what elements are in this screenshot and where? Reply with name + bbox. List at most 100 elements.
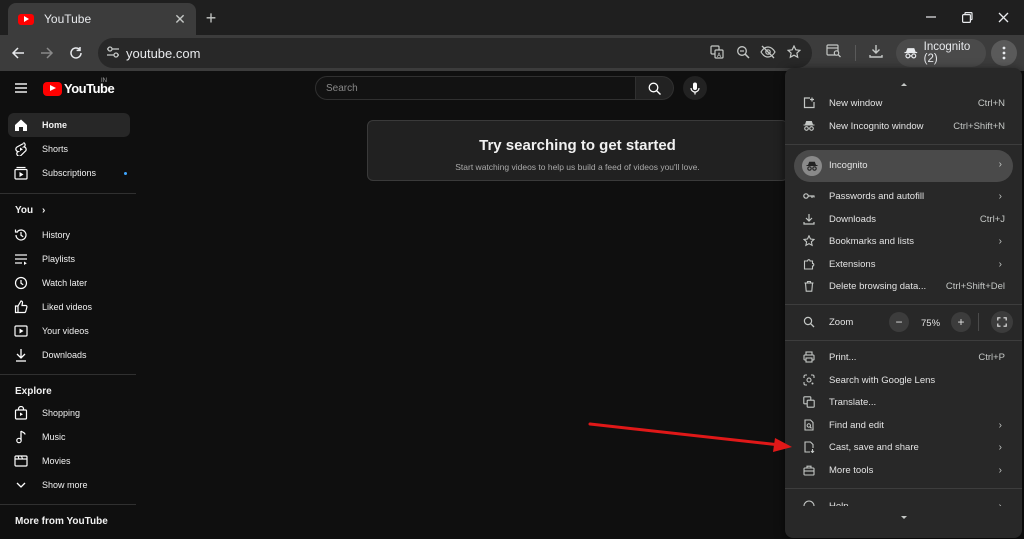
zoom-icon (803, 316, 815, 328)
microphone-icon (690, 82, 700, 94)
close-tab-icon[interactable]: ✕ (170, 9, 190, 29)
menu-item-google-lens[interactable]: Search with Google Lens (785, 369, 1022, 391)
sidebar-item-home[interactable]: Home (8, 113, 130, 137)
downloads-toolbar-icon[interactable] (869, 44, 883, 58)
address-bar[interactable]: youtube.com A (98, 38, 812, 68)
new-content-dot (124, 172, 127, 175)
youtube-search-button[interactable] (636, 76, 674, 100)
chevron-right-icon: › (998, 420, 1002, 431)
watch-later-icon (14, 276, 28, 290)
music-note-icon (16, 430, 26, 444)
sidebar-item-downloads[interactable]: Downloads (8, 343, 130, 367)
sidebar-item-history[interactable]: History (8, 223, 130, 247)
menu-item-bookmarks[interactable]: Bookmarks and lists › (785, 230, 1022, 252)
search-placeholder: Search (326, 83, 358, 94)
menu-scroll-up-icon[interactable] (901, 83, 907, 86)
sidebar-item-label: Movies (42, 456, 71, 466)
menu-item-print[interactable]: Print... Ctrl+P (785, 346, 1022, 368)
toolbox-icon (803, 465, 815, 476)
download-icon (803, 214, 815, 225)
forward-button[interactable] (35, 41, 59, 65)
menu-item-cast-save-share[interactable]: Cast, save and share › (785, 436, 1022, 458)
url-text[interactable]: youtube.com (126, 46, 200, 61)
sidebar-item-your-videos[interactable]: Your videos (8, 319, 130, 343)
sidebar-item-label: Subscriptions (42, 168, 97, 178)
sidebar-item-label: Music (42, 432, 66, 442)
menu-item-label: Search with Google Lens (829, 375, 936, 386)
sidebar-item-label: Shorts (42, 144, 69, 154)
sidebar-item-shopping[interactable]: Shopping (8, 401, 130, 425)
youtube-search-input[interactable]: Search (315, 76, 636, 100)
sidebar-you-heading[interactable]: You › (15, 205, 45, 216)
zoom-in-button[interactable]: + (951, 312, 971, 332)
menu-item-new-incognito-window[interactable]: New Incognito window Ctrl+Shift+N (785, 115, 1022, 137)
menu-scroll-down-icon[interactable] (901, 516, 907, 519)
close-window-button[interactable] (988, 6, 1018, 28)
menu-item-passwords-autofill[interactable]: Passwords and autofill › (785, 185, 1022, 207)
site-info-icon[interactable] (106, 45, 120, 59)
sidebar-item-music[interactable]: Music (8, 425, 130, 449)
download-icon (16, 349, 26, 362)
shorts-icon (15, 142, 27, 156)
minimize-window-button[interactable] (916, 6, 946, 28)
fullscreen-button[interactable] (991, 311, 1013, 333)
thumbs-up-icon (14, 300, 28, 314)
menu-item-label: Incognito (829, 160, 868, 171)
tab-title: YouTube (44, 12, 92, 26)
menu-item-more-tools[interactable]: More tools › (785, 459, 1022, 481)
menu-item-delete-browsing-data[interactable]: Delete browsing data... Ctrl+Shift+Del (785, 275, 1022, 297)
menu-item-label: Bookmarks and lists (829, 236, 915, 247)
region-code: IN (101, 78, 107, 84)
menu-item-new-window[interactable]: New window Ctrl+N (785, 92, 1022, 114)
youtube-logo[interactable]: YouTube IN (43, 78, 115, 96)
star-icon (803, 235, 815, 247)
menu-item-translate[interactable]: Translate... (785, 391, 1022, 413)
youtube-favicon-icon (18, 13, 34, 25)
chevron-right-icon: › (998, 465, 1002, 476)
menu-item-label: Extensions (829, 259, 876, 270)
sidebar-item-label: History (42, 230, 71, 240)
menu-item-incognito-profile[interactable]: Incognito › (794, 150, 1013, 182)
sidebar-item-shorts[interactable]: Shorts (8, 137, 130, 161)
menu-item-label: Downloads (829, 214, 876, 225)
menu-item-label: Cast, save and share (829, 442, 919, 453)
bookmark-star-icon[interactable] (787, 45, 803, 61)
guide-menu-icon[interactable] (14, 82, 28, 94)
menu-item-help[interactable]: Help › (785, 495, 1022, 506)
translate-icon (803, 396, 815, 408)
menu-item-label: Translate... (829, 397, 877, 408)
new-tab-button[interactable]: + (200, 8, 222, 28)
chrome-menu-button[interactable] (991, 40, 1017, 66)
sidebar-item-movies[interactable]: Movies (8, 449, 130, 473)
menu-separator (785, 304, 1022, 305)
menu-item-find-and-edit[interactable]: Find and edit › (785, 414, 1022, 436)
third-party-cookies-blocked-icon[interactable] (760, 45, 776, 61)
sidebar-item-liked-videos[interactable]: Liked videos (8, 295, 130, 319)
empty-feed-subtitle: Start watching videos to help us build a… (455, 162, 700, 172)
sidebar-item-playlists[interactable]: Playlists (8, 247, 130, 271)
sidebar-item-show-more[interactable]: Show more (8, 473, 130, 497)
zoom-out-button[interactable]: − (889, 312, 909, 332)
back-button[interactable] (6, 41, 30, 65)
menu-item-extensions[interactable]: Extensions › (785, 253, 1022, 275)
incognito-icon (904, 48, 918, 59)
zoom-page-icon[interactable] (736, 45, 752, 61)
chevron-right-icon: › (998, 191, 1002, 202)
sidebar-item-label: Home (42, 120, 68, 130)
menu-item-label: Print... (829, 352, 857, 363)
sidebar-item-subscriptions[interactable]: Subscriptions (8, 161, 130, 185)
puzzle-piece-icon (803, 259, 815, 270)
menu-item-label: New window (829, 98, 883, 109)
incognito-indicator[interactable]: Incognito (2) (896, 39, 986, 67)
sidebar-item-label: Show more (42, 480, 88, 490)
translate-page-icon[interactable]: A (710, 45, 726, 61)
menu-item-downloads[interactable]: Downloads Ctrl+J (785, 208, 1022, 230)
voice-search-button[interactable] (683, 76, 707, 100)
tab-youtube[interactable]: YouTube ✕ (8, 3, 196, 35)
menu-item-shortcut: Ctrl+Shift+Del (945, 281, 1005, 292)
tab-search-icon[interactable] (826, 44, 842, 58)
restore-window-button[interactable] (952, 6, 982, 28)
sidebar-item-watch-later[interactable]: Watch later (8, 271, 130, 295)
chrome-app-menu: New window Ctrl+N New Incognito window C… (785, 68, 1022, 538)
reload-button[interactable] (64, 41, 88, 65)
